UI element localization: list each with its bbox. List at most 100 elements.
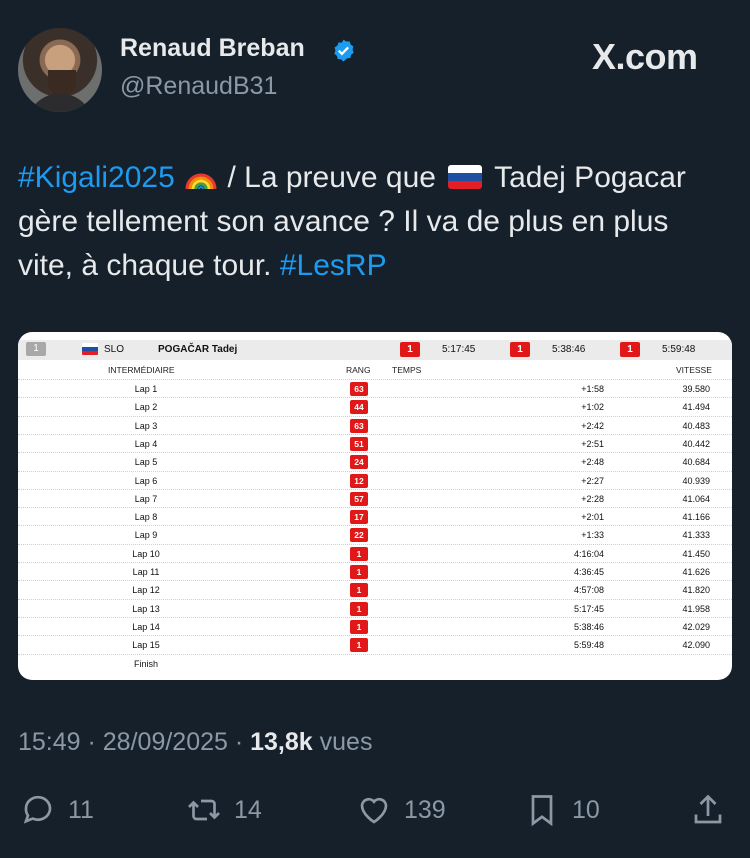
avatar-shirt [28, 94, 92, 112]
bookmark-count: 10 [572, 795, 600, 824]
table-row: Lap 2 44 +1:02 41.494 [18, 397, 732, 416]
split-rank: 1 [620, 342, 640, 357]
split-rank: 1 [400, 342, 420, 357]
lap-time: +2:42 [581, 420, 604, 431]
lap-rank: 1 [350, 565, 368, 579]
hashtag-lesrp[interactable]: #LesRP [280, 249, 387, 282]
avatar-beard [48, 70, 76, 96]
heart-icon [360, 797, 388, 824]
share-icon [694, 794, 722, 824]
reply-button[interactable]: 11 [20, 790, 94, 830]
lap-rank: 63 [350, 382, 368, 396]
lap-rank: 22 [350, 528, 368, 543]
lap-rank: 1 [350, 583, 368, 598]
rider-country: SLO [104, 344, 125, 355]
lap-time: +1:02 [581, 402, 604, 413]
lap-time: +2:48 [581, 457, 604, 468]
rider-header: 1 SLO POGAČAR Tadej 1 5:17:45 1 5:38:46 … [18, 340, 732, 360]
share-button[interactable] [690, 790, 726, 830]
avatar[interactable] [18, 28, 102, 112]
lap-time: +2:51 [581, 438, 604, 449]
lap-time: 5:17:45 [573, 603, 604, 614]
table-row: Finish [18, 653, 732, 673]
lap-speed: 41.494 [682, 402, 710, 413]
lap-speed: 41.333 [682, 530, 710, 541]
lap-speed: 40.939 [682, 475, 710, 486]
tweet-time[interactable]: 15:49 [18, 728, 81, 756]
repost-button[interactable]: 14 [186, 790, 262, 830]
results-image[interactable]: 1 SLO POGAČAR Tadej 1 5:17:45 1 5:38:46 … [18, 332, 732, 680]
lap-time: 5:59:48 [573, 640, 604, 651]
lap-label: Lap 12 [132, 585, 160, 596]
views-count: 13,8k [250, 728, 313, 756]
slovenia-flag-small-icon [82, 343, 98, 355]
slovenia-flag-icon [448, 165, 483, 189]
tweet-text-part1: / La preuve que [227, 161, 436, 194]
lap-rank: 17 [350, 510, 368, 525]
lap-rank: 12 [350, 473, 368, 488]
brand-logo: X.com [592, 36, 698, 77]
lap-label: Lap 15 [132, 640, 160, 651]
lap-rank: 63 [350, 418, 368, 433]
lap-rank: 57 [350, 491, 368, 506]
rainbow-icon [185, 173, 217, 190]
lap-speed: 41.064 [682, 493, 710, 504]
repost-icon [188, 799, 220, 821]
lap-label: Lap 14 [132, 621, 160, 632]
lap-label: Lap 13 [132, 603, 160, 614]
lap-speed: 41.626 [682, 567, 710, 577]
lap-speed: 40.684 [682, 457, 710, 468]
reply-count: 11 [68, 795, 94, 824]
lap-label: Lap 1 [134, 384, 158, 394]
lap-time: 4:16:04 [573, 548, 604, 559]
lap-time: 5:38:46 [573, 621, 604, 632]
lap-label: Lap 9 [134, 530, 158, 541]
reply-icon [23, 795, 52, 824]
table-row: Lap 11 1 4:36:45 41.626 [18, 562, 732, 581]
repost-count: 14 [234, 795, 262, 824]
table-row: Lap 9 22 +1:33 41.333 [18, 525, 732, 544]
lap-speed: 39.580 [682, 384, 710, 394]
lap-label: Lap 7 [134, 493, 158, 504]
table-row: Lap 3 63 +2:42 40.483 [18, 415, 732, 435]
table-row: Lap 15 1 5:59:48 42.090 [18, 635, 732, 654]
lap-label: Lap 11 [132, 567, 160, 577]
split-time: 5:17:45 [442, 344, 476, 355]
table-row: Lap 1 63 +1:58 39.580 [18, 379, 732, 398]
author-handle[interactable]: @RenaudB31 [120, 72, 277, 101]
lap-label: Lap 4 [134, 438, 158, 449]
bookmark-icon [531, 795, 553, 827]
hashtag-kigali2025[interactable]: #Kigali2025 [18, 161, 175, 194]
tweet-text: #Kigali2025 / La preuve que Tadej Pogaca… [18, 156, 730, 288]
tweet-meta: 15:49 · 28/09/2025 · 13,8k vues [18, 728, 373, 756]
lap-label: Lap 2 [134, 402, 158, 413]
tweet-date[interactable]: 28/09/2025 [103, 728, 228, 756]
rider-name: POGAČAR Tadej [158, 344, 238, 355]
lap-speed: 41.166 [682, 512, 710, 523]
bookmark-button[interactable]: 10 [524, 790, 600, 830]
lap-rank: 24 [350, 455, 368, 470]
lap-time: +1:33 [581, 530, 604, 541]
lap-label: Lap 6 [134, 475, 158, 486]
lap-rank: 1 [350, 601, 368, 616]
lap-label: Lap 8 [134, 512, 158, 523]
split-time: 5:38:46 [552, 344, 586, 355]
lap-speed: 40.442 [682, 438, 710, 449]
split-rank: 1 [510, 342, 530, 357]
table-row: Lap 10 1 4:16:04 41.450 [18, 543, 732, 563]
table-row: Lap 6 12 +2:27 40.939 [18, 470, 732, 490]
lap-speed: 41.450 [682, 548, 710, 559]
author-name[interactable]: Renaud Breban [120, 34, 305, 63]
lap-speed: 42.090 [682, 640, 710, 651]
like-button[interactable]: 139 [356, 790, 446, 830]
table-row: Lap 12 1 4:57:08 41.820 [18, 580, 732, 599]
split-time: 5:59:48 [662, 344, 696, 355]
lap-speed: 42.029 [682, 621, 710, 632]
lap-speed: 41.820 [682, 585, 710, 596]
lap-rank: 51 [350, 436, 368, 451]
col-header-time: TEMPS [392, 365, 422, 375]
lap-label: Lap 10 [132, 548, 160, 559]
col-header-intermediate: INTERMÉDIAIRE [108, 365, 175, 375]
lap-time: +1:58 [581, 384, 604, 394]
lap-time: +2:01 [581, 512, 604, 523]
